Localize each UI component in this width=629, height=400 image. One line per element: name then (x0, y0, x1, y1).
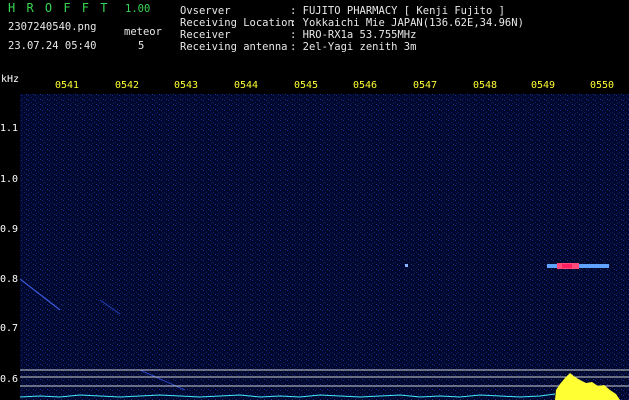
meteor-label: meteor (124, 26, 162, 38)
freq-tick: 0.8 (0, 274, 19, 285)
time-tick: 0544 (234, 80, 259, 91)
time-tick: 0546 (353, 80, 378, 91)
time-tick: 0541 (55, 80, 80, 91)
app-title: H R O F F T (8, 1, 110, 15)
info-key-observer: Ovserver (180, 5, 231, 17)
freq-tick: 0.7 (0, 323, 19, 334)
freq-tick: 0.6 (0, 374, 19, 385)
info-value-receiver: : HRO-RX1a 53.755MHz (290, 29, 417, 41)
info-value-observer: : FUJITO PHARMACY [ Kenji Fujito ] (290, 5, 505, 17)
info-key-location: Receiving Location (180, 17, 294, 29)
time-tick: 0547 (413, 80, 438, 91)
file-name: 2307240540.png (8, 21, 97, 33)
time-axis: 0541 0542 0543 0544 0545 0546 0547 0548 … (20, 76, 629, 94)
spectrogram-plot (20, 94, 629, 400)
info-value-location: : Yokkaichi Mie JAPAN(136.62E,34.96N) (290, 17, 524, 29)
header-panel: H R O F F T 1.00 2307240540.png 23.07.24… (0, 0, 629, 58)
meteor-echo (562, 264, 572, 268)
info-key-receiver: Receiver (180, 29, 231, 41)
info-value-antenna: : 2el-Yagi zenith 3m (290, 41, 417, 53)
spectrogram-canvas (20, 94, 629, 400)
meteor-count: 5 (138, 40, 145, 52)
freq-tick: 1.1 (0, 123, 19, 134)
time-tick: 0545 (294, 80, 319, 91)
plot-background (20, 94, 629, 400)
info-key-antenna: Receiving antenna (180, 41, 288, 53)
time-tick: 0548 (473, 80, 498, 91)
time-tick: 0549 (531, 80, 556, 91)
time-tick: 0550 (590, 80, 615, 91)
freq-tick: 1.0 (0, 174, 19, 185)
time-tick: 0543 (174, 80, 199, 91)
frequency-unit-label: kHz (1, 74, 20, 85)
file-datetime: 23.07.24 05:40 (8, 40, 97, 52)
freq-tick: 0.9 (0, 224, 19, 235)
time-tick: 0542 (115, 80, 140, 91)
meteor-echo (405, 264, 408, 267)
app-version: 1.00 (125, 3, 151, 15)
